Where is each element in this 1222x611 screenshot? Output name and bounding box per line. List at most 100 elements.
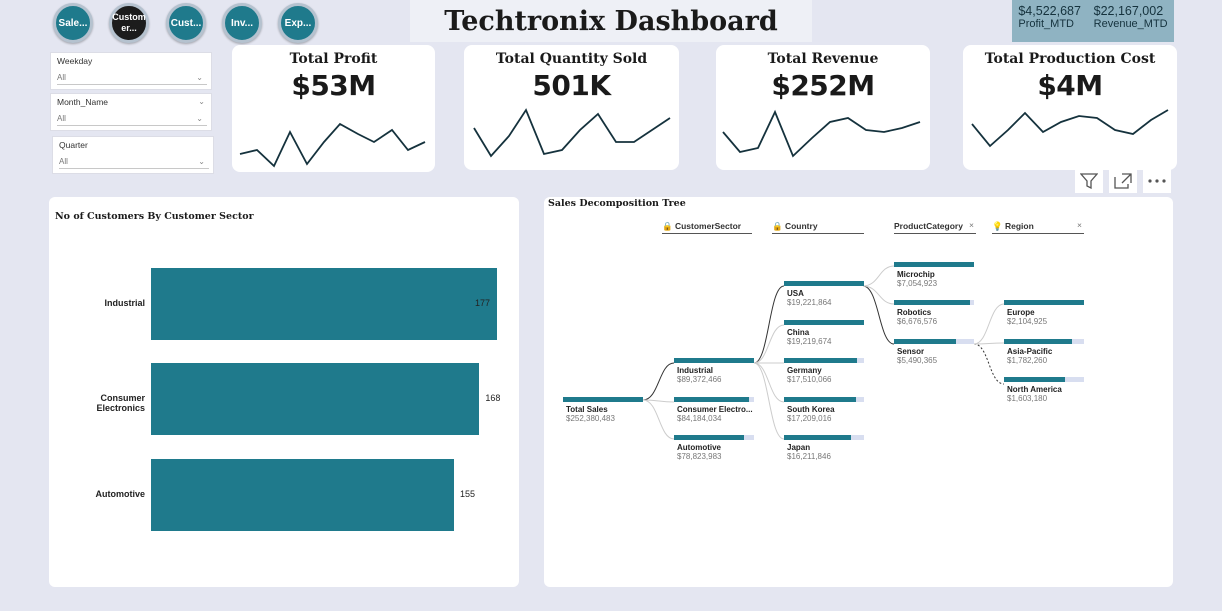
mtd-summary: $4,522,687 Profit_MTD $22,167,002 Revenu…: [1012, 0, 1174, 42]
node-sector-bar-fill: [674, 435, 745, 440]
kpi-title: Total Quantity Sold: [495, 51, 648, 67]
revenue-mtd: $22,167,002 Revenue_MTD: [1094, 4, 1168, 42]
chevron-down-icon: ⌄: [198, 157, 205, 166]
bar-category-label: Automotive: [95, 489, 146, 499]
nav-label: Exp...: [284, 17, 312, 29]
close-icon[interactable]: ×: [969, 220, 974, 230]
header-country[interactable]: 🔒 Country: [772, 221, 864, 234]
kpi-value: 501K: [532, 69, 611, 102]
slicer-title-text: Month_Name: [57, 97, 109, 107]
bar-value-label: 168: [485, 393, 501, 403]
node-total-sales-bar[interactable]: [563, 397, 643, 402]
weekday-slicer[interactable]: Weekday All ⌄: [50, 52, 212, 90]
kpi-title: Total Profit: [289, 51, 378, 67]
month-name-slicer[interactable]: Month_Name ⌄ All ⌄: [50, 93, 212, 131]
node-country-bar-fill: [784, 397, 856, 402]
node-region-value: $1,782,260: [1007, 356, 1048, 365]
weekday-dropdown[interactable]: All ⌄: [57, 71, 207, 85]
node-sector-name: Industrial: [677, 366, 714, 375]
node-country-bar-fill: [784, 281, 864, 286]
close-icon[interactable]: ×: [1077, 220, 1082, 230]
bar-automotive[interactable]: [151, 459, 454, 531]
node-sector-bar[interactable]: [674, 435, 754, 440]
quantity-sparkline: [473, 108, 671, 158]
node-category-value: $7,054,923: [897, 279, 938, 288]
nav-label: Cust...: [170, 17, 202, 29]
filter-icon[interactable]: [1075, 169, 1103, 193]
kpi-total-quantity-sold[interactable]: Total Quantity Sold 501K: [464, 45, 679, 170]
node-region-bar[interactable]: [1004, 377, 1084, 382]
node-country-bar[interactable]: [784, 281, 864, 286]
quarter-slicer[interactable]: Quarter All ⌄: [52, 136, 214, 174]
slicer-value: All: [59, 157, 68, 166]
bar-category-label: Industrial: [104, 298, 145, 308]
nav-label: Inv...: [230, 17, 254, 29]
node-sector-value: $78,823,983: [677, 452, 722, 461]
nav-inventory-button[interactable]: Inv...: [222, 3, 262, 43]
node-total-sales-bar-fill: [563, 397, 643, 402]
node-category-bar-fill: [894, 262, 974, 267]
node-sector-bar[interactable]: [674, 397, 754, 402]
node-country-bar[interactable]: [784, 397, 864, 402]
header-label: CustomerSector: [674, 221, 742, 231]
node-country-bar[interactable]: [784, 358, 864, 363]
node-region-bar-fill: [1004, 300, 1084, 305]
node-sector-bar[interactable]: [674, 358, 754, 363]
revenue-mtd-label: Revenue_MTD: [1093, 18, 1168, 30]
nav-label: Custom er...: [112, 12, 146, 33]
bar-industrial[interactable]: [151, 268, 497, 340]
customers-chart-title: No of Customers By Customer Sector: [55, 211, 254, 222]
slicer-title-text: Quarter: [59, 140, 88, 150]
node-category-name: Robotics: [897, 308, 932, 317]
kpi-title: Total Production Cost: [984, 51, 1156, 67]
node-country-bar-fill: [784, 435, 852, 440]
node-sector-value: $89,372,466: [677, 375, 722, 384]
node-country-bar[interactable]: [784, 435, 864, 440]
kpi-total-profit[interactable]: Total Profit $53M: [232, 45, 435, 172]
node-country-name: China: [787, 328, 810, 337]
header-product-category[interactable]: ProductCategory ×: [894, 220, 976, 234]
node-region-name: Asia-Pacific: [1007, 347, 1053, 356]
node-category-bar-fill: [894, 339, 957, 344]
header-customer-sector[interactable]: 🔒 CustomerSector: [662, 221, 752, 234]
dashboard-title: Techtronix Dashboard: [444, 5, 778, 37]
kpi-total-revenue[interactable]: Total Revenue $252M: [716, 45, 930, 170]
chevron-down-icon[interactable]: ⌄: [198, 97, 205, 107]
header-label: ProductCategory: [894, 221, 963, 231]
focus-mode-icon[interactable]: [1109, 169, 1137, 193]
slicer-title: Weekday: [51, 53, 211, 69]
more-options-icon[interactable]: [1143, 169, 1171, 193]
node-category-bar[interactable]: [894, 339, 974, 344]
node-region-bar[interactable]: [1004, 339, 1084, 344]
header-label: Region: [1004, 221, 1034, 231]
node-category-bar[interactable]: [894, 262, 974, 267]
nav-sales-button[interactable]: Sale...: [53, 3, 93, 43]
quarter-dropdown[interactable]: All ⌄: [59, 155, 209, 169]
node-region-bar[interactable]: [1004, 300, 1084, 305]
kpi-value: $4M: [1037, 69, 1103, 102]
revenue-sparkline: [722, 109, 921, 158]
node-country-name: Germany: [787, 366, 822, 375]
node-region-name: North America: [1007, 385, 1062, 394]
node-country-value: $16,211,846: [787, 452, 831, 461]
node-category-bar[interactable]: [894, 300, 974, 305]
node-country-name: South Korea: [787, 405, 835, 414]
slicer-value: All: [57, 114, 66, 123]
month-name-dropdown[interactable]: All ⌄: [57, 112, 207, 126]
node-country-value: $17,510,066: [787, 375, 832, 384]
tree-connectors: [642, 265, 1005, 440]
node-sector-bar-fill: [674, 397, 750, 402]
slicer-title: Month_Name ⌄: [51, 94, 211, 110]
bar-consumer-electronics[interactable]: [151, 363, 480, 435]
nav-expenses-button[interactable]: Exp...: [278, 3, 318, 43]
header-region[interactable]: 💡 Region ×: [992, 220, 1084, 234]
revenue-mtd-value: $22,167,002: [1093, 4, 1164, 18]
profit-sparkline: [239, 122, 426, 168]
lock-icon: 🔒: [772, 221, 783, 231]
dashboard-title-box: Techtronix Dashboard: [410, 0, 812, 42]
kpi-total-production-cost[interactable]: Total Production Cost $4M: [963, 45, 1177, 170]
nav-customer-button[interactable]: Custom er...: [109, 3, 149, 43]
node-country-bar[interactable]: [784, 320, 864, 325]
slicer-title: Quarter: [53, 137, 213, 153]
nav-cust-button[interactable]: Cust...: [166, 3, 206, 43]
